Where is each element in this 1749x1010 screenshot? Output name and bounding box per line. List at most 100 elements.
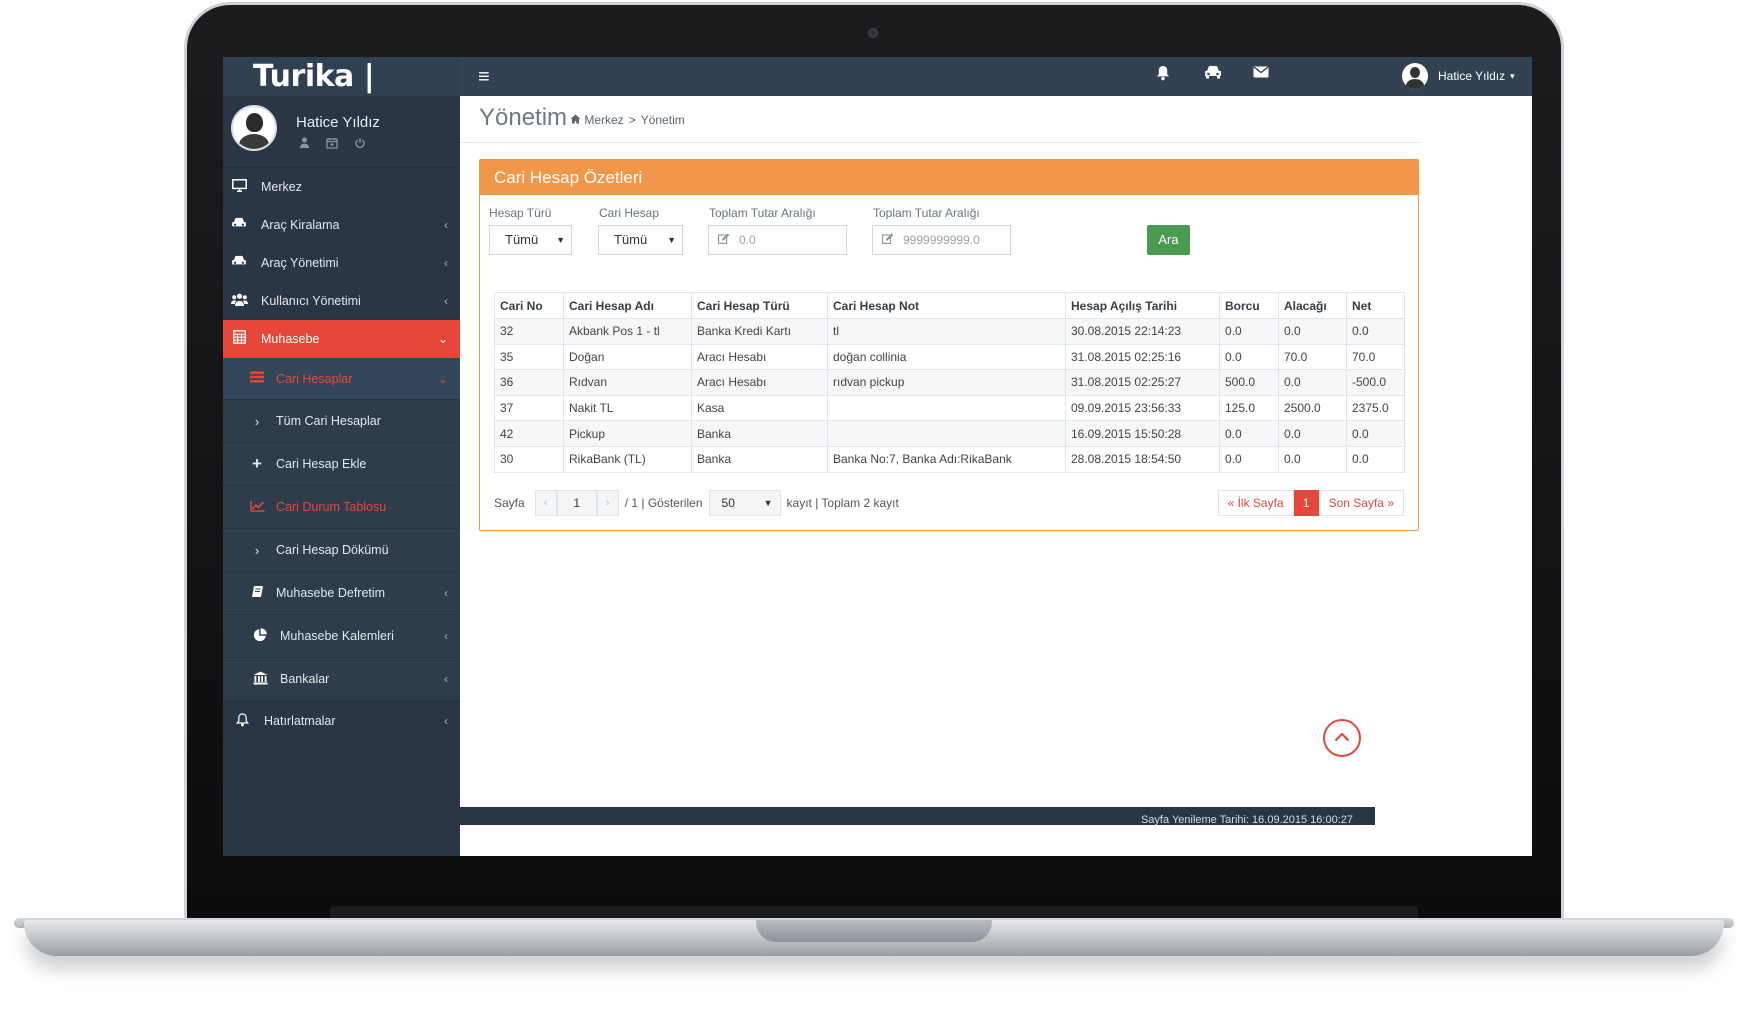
breadcrumb-current: Yönetim xyxy=(640,113,685,127)
tutar-min-placeholder: 0.0 xyxy=(739,233,756,247)
column-header[interactable]: Net xyxy=(1346,292,1405,319)
sidebar-item-label: Cari Hesap Dökümü xyxy=(276,543,389,557)
tutar-max-label: Toplam Tutar Aralığı xyxy=(873,206,980,220)
table-cell: 70.0 xyxy=(1346,343,1405,371)
sidebar-item-hatirlatmalar[interactable]: Hatırlatmalar ‹ xyxy=(223,701,460,741)
user-panel: Hatice Yıldız xyxy=(223,96,460,168)
avatar xyxy=(231,105,277,151)
chevron-left-icon: ‹ xyxy=(444,714,448,728)
column-header[interactable]: Alacağı xyxy=(1278,292,1347,319)
user-icon[interactable] xyxy=(299,137,310,152)
sidebar-item-muhasebe-defretim[interactable]: Muhasebe Defretim ‹ xyxy=(223,572,460,615)
sidebar-item-muhasebe-kalemleri[interactable]: Muhasebe Kalemleri ‹ xyxy=(223,615,460,658)
calendar-icon[interactable] xyxy=(326,137,338,152)
table-cell: 0.0 xyxy=(1278,420,1347,447)
sidebar-item-arac-kiralama[interactable]: Araç Kiralama ‹ xyxy=(223,206,460,244)
column-header[interactable]: Cari No xyxy=(494,292,564,319)
prev-page-button[interactable]: ‹ xyxy=(534,490,557,516)
column-header[interactable]: Borcu xyxy=(1219,292,1279,319)
table-cell: 0.0 xyxy=(1219,445,1279,473)
user-menu[interactable]: Hatice Yıldız ▾ xyxy=(1402,61,1515,91)
table-cell: 30 xyxy=(494,445,564,473)
app-logo[interactable]: Turika | Rika... xyxy=(223,57,460,133)
power-icon[interactable] xyxy=(354,137,366,152)
sidebar-item-label: Bankalar xyxy=(280,672,330,686)
chevron-left-icon: ‹ xyxy=(444,255,448,270)
scroll-to-top-button[interactable] xyxy=(1323,719,1361,757)
sidebar-item-label: Merkez xyxy=(261,179,302,194)
table-row[interactable]: 30 RikaBank (TL) Banka Banka No:7, Banka… xyxy=(494,445,1405,473)
page-size-select[interactable]: 50 ▼ xyxy=(708,490,781,516)
table-cell: 09.09.2015 23:56:33 xyxy=(1065,394,1220,422)
car-icon xyxy=(231,255,247,270)
column-header[interactable]: Cari Hesap Türü xyxy=(691,292,828,319)
table-cell: Banka xyxy=(691,420,828,447)
chevron-left-icon: ‹ xyxy=(444,293,448,308)
users-icon xyxy=(231,293,248,309)
sidebar-item-muhasebe[interactable]: Muhasebe ⌄ xyxy=(223,320,460,358)
cari-hesap-select[interactable]: Tümü ▼ xyxy=(598,225,683,255)
sidebar-user-name: Hatice Yıldız xyxy=(296,114,380,131)
hesap-turu-select[interactable]: Tümü ▼ xyxy=(489,225,572,255)
sidebar-item-cari-hesap-dokumu[interactable]: › Cari Hesap Dökümü xyxy=(223,529,460,572)
chevron-right-icon: › xyxy=(254,413,260,429)
column-header[interactable]: Cari Hesap Adı xyxy=(563,292,692,319)
table-cell: Akbank Pos 1 - tl xyxy=(563,318,692,345)
breadcrumb: Merkez > Yönetim xyxy=(570,113,685,127)
last-page-link[interactable]: Son Sayfa » xyxy=(1318,490,1404,516)
tutar-max-input[interactable]: 9999999999.0 xyxy=(872,225,1011,255)
column-header[interactable]: Hesap Açılış Tarihi xyxy=(1065,292,1220,319)
table-cell: Nakit TL xyxy=(563,394,692,422)
page-title: Yönetim xyxy=(479,104,568,131)
search-button[interactable]: Ara xyxy=(1147,225,1190,255)
table-cell: RikaBank (TL) xyxy=(563,445,692,473)
first-page-link[interactable]: « İlk Sayfa xyxy=(1217,490,1294,516)
table-cell: 32 xyxy=(494,318,564,345)
sidebar-item-cari-hesaplar[interactable]: Cari Hesaplar ⌄ xyxy=(223,358,460,400)
sidebar: Hatice Yıldız Merkez Araç Kiralama ‹ Ara… xyxy=(223,96,460,856)
sidebar-item-cari-durum-tablosu[interactable]: Cari Durum Tablosu xyxy=(223,486,460,529)
table-cell: 28.08.2015 18:54:50 xyxy=(1065,445,1220,473)
car-icon[interactable] xyxy=(1204,65,1222,84)
caret-down-icon: ▼ xyxy=(667,235,676,245)
table-row[interactable]: 32 Akbank Pos 1 - tl Banka Kredi Kartı t… xyxy=(494,318,1405,345)
table-cell: 0.0 xyxy=(1219,343,1279,371)
table-row[interactable]: 36 Rıdvan Aracı Hesabı rıdvan pickup 31.… xyxy=(494,369,1405,396)
pagination-links: « İlk Sayfa 1 Son Sayfa » xyxy=(1217,490,1404,516)
line-chart-icon xyxy=(249,500,265,515)
hamburger-icon[interactable]: ≡ xyxy=(478,66,490,89)
current-page-link[interactable]: 1 xyxy=(1293,490,1319,516)
next-page-button[interactable]: › xyxy=(596,490,619,516)
column-header[interactable]: Cari Hesap Not xyxy=(827,292,1066,319)
tutar-min-input[interactable]: 0.0 xyxy=(708,225,847,255)
sidebar-item-label: Araç Yönetimi xyxy=(261,255,339,270)
edit-icon xyxy=(882,226,894,254)
sidebar-item-bankalar[interactable]: Bankalar ‹ xyxy=(223,658,460,701)
sidebar-item-arac-yonetimi[interactable]: Araç Yönetimi ‹ xyxy=(223,244,460,282)
table-cell: 125.0 xyxy=(1219,394,1279,422)
sidebar-item-label: Araç Kiralama xyxy=(261,217,340,232)
tutar-max-placeholder: 9999999999.0 xyxy=(903,233,980,247)
car-icon xyxy=(231,217,247,232)
table-cell: 500.0 xyxy=(1219,369,1279,396)
sidebar-item-cari-hesap-ekle[interactable]: + Cari Hesap Ekle xyxy=(223,443,460,486)
box-title: Cari Hesap Özetleri xyxy=(480,160,1418,195)
sidebar-item-kullanici-yonetimi[interactable]: Kullanıcı Yönetimi ‹ xyxy=(223,282,460,320)
table-row[interactable]: 42 Pickup Banka 16.09.2015 15:50:28 0.0 … xyxy=(494,420,1405,447)
sidebar-item-tum-cari-hesaplar[interactable]: › Tüm Cari Hesaplar xyxy=(223,400,460,443)
breadcrumb-home[interactable]: Merkez xyxy=(570,113,624,127)
page-number-input[interactable]: 1 xyxy=(556,490,597,516)
table-cell: 2500.0 xyxy=(1278,394,1347,422)
plus-icon: + xyxy=(252,454,262,473)
desktop-icon xyxy=(231,178,247,195)
pagination-controls: Sayfa ‹ 1 › / 1 | Gösterilen 50 ▼ kayıt … xyxy=(494,490,899,516)
table-row[interactable]: 37 Nakit TL Kasa 09.09.2015 23:56:33 125… xyxy=(494,394,1405,422)
envelope-icon[interactable] xyxy=(1253,65,1269,83)
records-text: kayıt | Toplam 2 kayıt xyxy=(786,496,899,510)
table-cell: -500.0 xyxy=(1346,369,1405,396)
sidebar-item-merkez[interactable]: Merkez xyxy=(223,168,460,206)
sidebar-item-label: Cari Hesap Ekle xyxy=(276,457,367,471)
table-row[interactable]: 35 Doğan Aracı Hesabı doğan collinia 31.… xyxy=(494,343,1405,371)
table-cell: Aracı Hesabı xyxy=(691,343,828,371)
bell-icon[interactable] xyxy=(1156,65,1170,86)
